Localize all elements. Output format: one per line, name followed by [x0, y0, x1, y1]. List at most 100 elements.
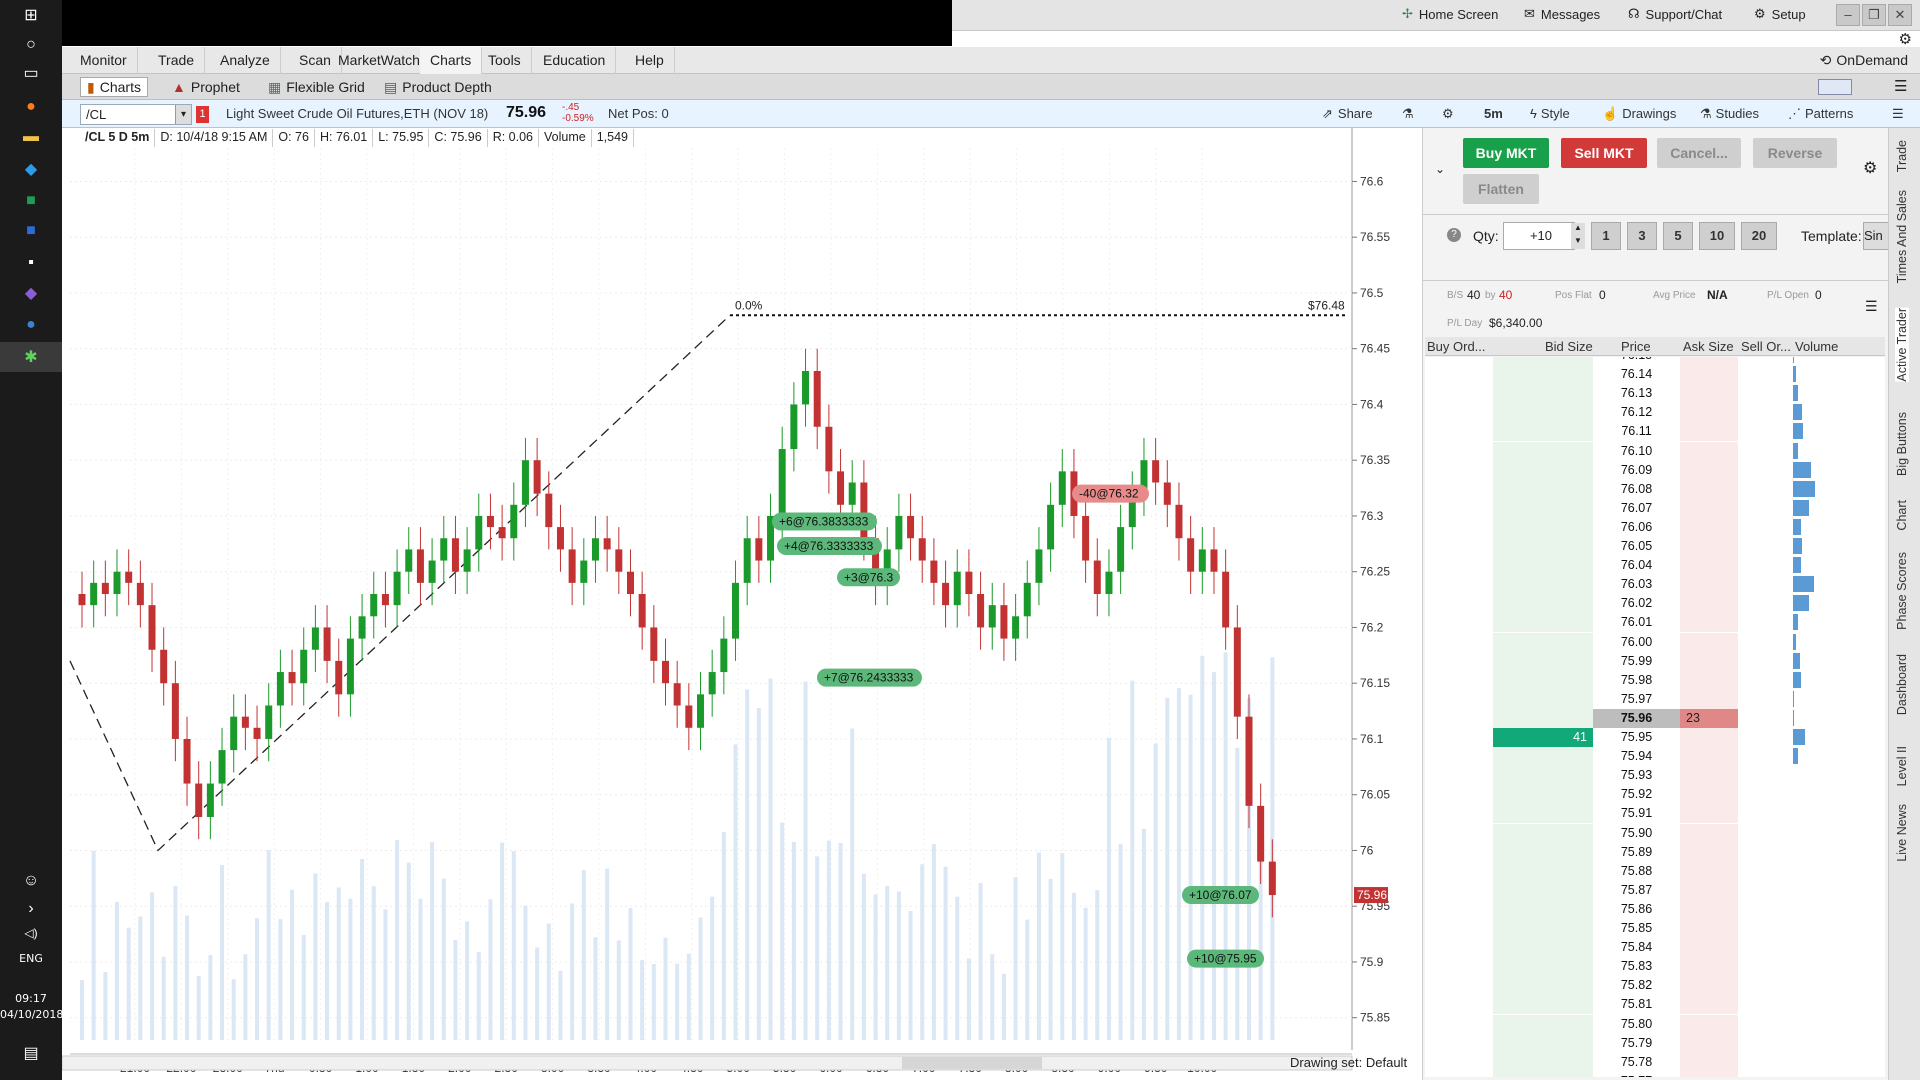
tab-charts[interactable]: ▮ Charts: [80, 77, 148, 97]
price-cell[interactable]: 75.95: [1593, 728, 1680, 747]
price-cell[interactable]: 75.94: [1593, 747, 1680, 767]
ladder-row[interactable]: 75.84: [1425, 938, 1885, 958]
bid-cell[interactable]: [1493, 747, 1593, 767]
messages-button[interactable]: ✉ Messages: [1524, 6, 1600, 22]
ladder-row[interactable]: 76.06: [1425, 517, 1885, 537]
vtab-dashboard[interactable]: Dashboard: [1895, 654, 1909, 715]
ladder-row[interactable]: 75.85: [1425, 919, 1885, 938]
visual-studio-icon[interactable]: ◆: [20, 282, 42, 304]
search-circle-icon[interactable]: ○: [20, 34, 42, 56]
symbol-input[interactable]: /CL ▾: [80, 104, 192, 125]
bid-cell[interactable]: [1493, 575, 1593, 595]
close-button[interactable]: ✕: [1888, 4, 1912, 26]
style-menu[interactable]: ϟ Style: [1530, 106, 1570, 121]
ladder-row[interactable]: 75.89: [1425, 842, 1885, 862]
qty-up-icon[interactable]: ▲: [1571, 223, 1585, 236]
ask-cell[interactable]: [1680, 728, 1738, 747]
bid-cell[interactable]: [1493, 594, 1593, 614]
interval-selector[interactable]: 5m: [1484, 106, 1503, 121]
vtab-chart[interactable]: Chart: [1895, 500, 1909, 531]
vtab-times-and-sales[interactable]: Times And Sales: [1895, 190, 1909, 283]
price-cell[interactable]: 75.84: [1593, 938, 1680, 958]
bid-cell[interactable]: 41: [1493, 728, 1593, 747]
bid-cell[interactable]: [1493, 632, 1593, 652]
ask-cell[interactable]: [1680, 1071, 1738, 1077]
ladder-row[interactable]: 75.77: [1425, 1071, 1885, 1077]
flatten-button[interactable]: Flatten: [1463, 174, 1539, 204]
price-cell[interactable]: 76.13: [1593, 384, 1680, 404]
header-menu-icon[interactable]: ☰: [1892, 106, 1904, 122]
ask-cell[interactable]: [1680, 1033, 1738, 1053]
buy-market-button[interactable]: Buy MKT: [1463, 138, 1549, 168]
ladder-row[interactable]: 76.10: [1425, 441, 1885, 461]
windows-start-icon[interactable]: ⊞: [20, 4, 42, 26]
ladder-row[interactable]: 75.86: [1425, 899, 1885, 919]
reverse-button[interactable]: Reverse: [1753, 138, 1837, 168]
setup-button[interactable]: ⚙ Setup: [1754, 6, 1806, 22]
ladder-row[interactable]: 76.13: [1425, 384, 1885, 404]
bid-cell[interactable]: [1493, 938, 1593, 958]
price-cell[interactable]: 76.05: [1593, 537, 1680, 556]
symbol-dropdown-icon[interactable]: ▾: [175, 105, 191, 124]
ask-cell[interactable]: [1680, 517, 1738, 537]
ask-cell[interactable]: [1680, 689, 1738, 709]
bid-cell[interactable]: [1493, 842, 1593, 862]
col-sell-orders[interactable]: Sell Or...: [1741, 339, 1791, 354]
bid-cell[interactable]: [1493, 479, 1593, 499]
share-button[interactable]: ⇗ Share: [1322, 106, 1373, 122]
ask-cell[interactable]: [1680, 1052, 1738, 1072]
price-cell[interactable]: 75.99: [1593, 651, 1680, 671]
ladder-row[interactable]: 75.91: [1425, 804, 1885, 824]
excel-icon[interactable]: ■: [20, 190, 42, 212]
bid-cell[interactable]: [1493, 498, 1593, 518]
col-buy-orders[interactable]: Buy Ord...: [1427, 339, 1486, 354]
bid-cell[interactable]: [1493, 357, 1593, 365]
bid-cell[interactable]: [1493, 1014, 1593, 1034]
price-cell[interactable]: 76.12: [1593, 403, 1680, 423]
vtab-phase-scores[interactable]: Phase Scores: [1895, 552, 1909, 630]
ladder-row[interactable]: 75.97: [1425, 689, 1885, 709]
ask-cell[interactable]: [1680, 1014, 1738, 1034]
ladder-row[interactable]: 76.01: [1425, 613, 1885, 633]
price-cell[interactable]: 76.03: [1593, 575, 1680, 595]
ask-cell[interactable]: [1680, 632, 1738, 652]
sell-market-button[interactable]: Sell MKT: [1561, 138, 1647, 168]
ask-cell[interactable]: [1680, 384, 1738, 404]
ask-cell[interactable]: [1680, 556, 1738, 576]
ladder-row[interactable]: 75.78: [1425, 1052, 1885, 1072]
ladder-row[interactable]: 75.92: [1425, 785, 1885, 805]
menu-monitor[interactable]: Monitor: [70, 47, 138, 74]
ask-cell[interactable]: [1680, 670, 1738, 690]
bid-cell[interactable]: [1493, 804, 1593, 824]
price-cell[interactable]: 75.82: [1593, 976, 1680, 996]
qty-preset-5[interactable]: 5: [1663, 222, 1693, 250]
price-cell[interactable]: 75.93: [1593, 766, 1680, 786]
ask-cell[interactable]: [1680, 957, 1738, 977]
volume-icon[interactable]: ◁): [20, 922, 42, 944]
price-cell[interactable]: 75.97: [1593, 689, 1680, 709]
ladder-row[interactable]: 75.94: [1425, 747, 1885, 767]
bid-cell[interactable]: [1493, 422, 1593, 442]
col-volume[interactable]: Volume: [1795, 339, 1838, 354]
price-cell[interactable]: 76.02: [1593, 594, 1680, 614]
ladder-row[interactable]: 75.96 23: [1425, 708, 1885, 728]
bid-cell[interactable]: [1493, 403, 1593, 423]
ask-cell[interactable]: [1680, 938, 1738, 958]
clock-date[interactable]: 04/10/2018: [0, 1008, 63, 1021]
col-bid-size[interactable]: Bid Size: [1545, 339, 1593, 354]
price-cell[interactable]: 75.85: [1593, 919, 1680, 938]
ask-cell[interactable]: [1680, 899, 1738, 919]
qty-preset-1[interactable]: 1: [1591, 222, 1621, 250]
bid-cell[interactable]: [1493, 899, 1593, 919]
patterns-menu[interactable]: ⋰ Patterns: [1788, 106, 1853, 122]
price-ladder[interactable]: 76.1576.1476.1376.1276.1176.1076.0976.08…: [1425, 357, 1885, 1077]
price-cell[interactable]: 75.88: [1593, 861, 1680, 881]
col-ask-size[interactable]: Ask Size: [1683, 339, 1734, 354]
price-cell[interactable]: 75.89: [1593, 842, 1680, 862]
price-cell[interactable]: 75.81: [1593, 995, 1680, 1015]
price-cell[interactable]: 75.83: [1593, 957, 1680, 977]
price-cell[interactable]: 75.78: [1593, 1052, 1680, 1072]
layout-button[interactable]: [1818, 79, 1852, 95]
ladder-row[interactable]: 76.12: [1425, 403, 1885, 423]
price-cell[interactable]: 76.06: [1593, 517, 1680, 537]
